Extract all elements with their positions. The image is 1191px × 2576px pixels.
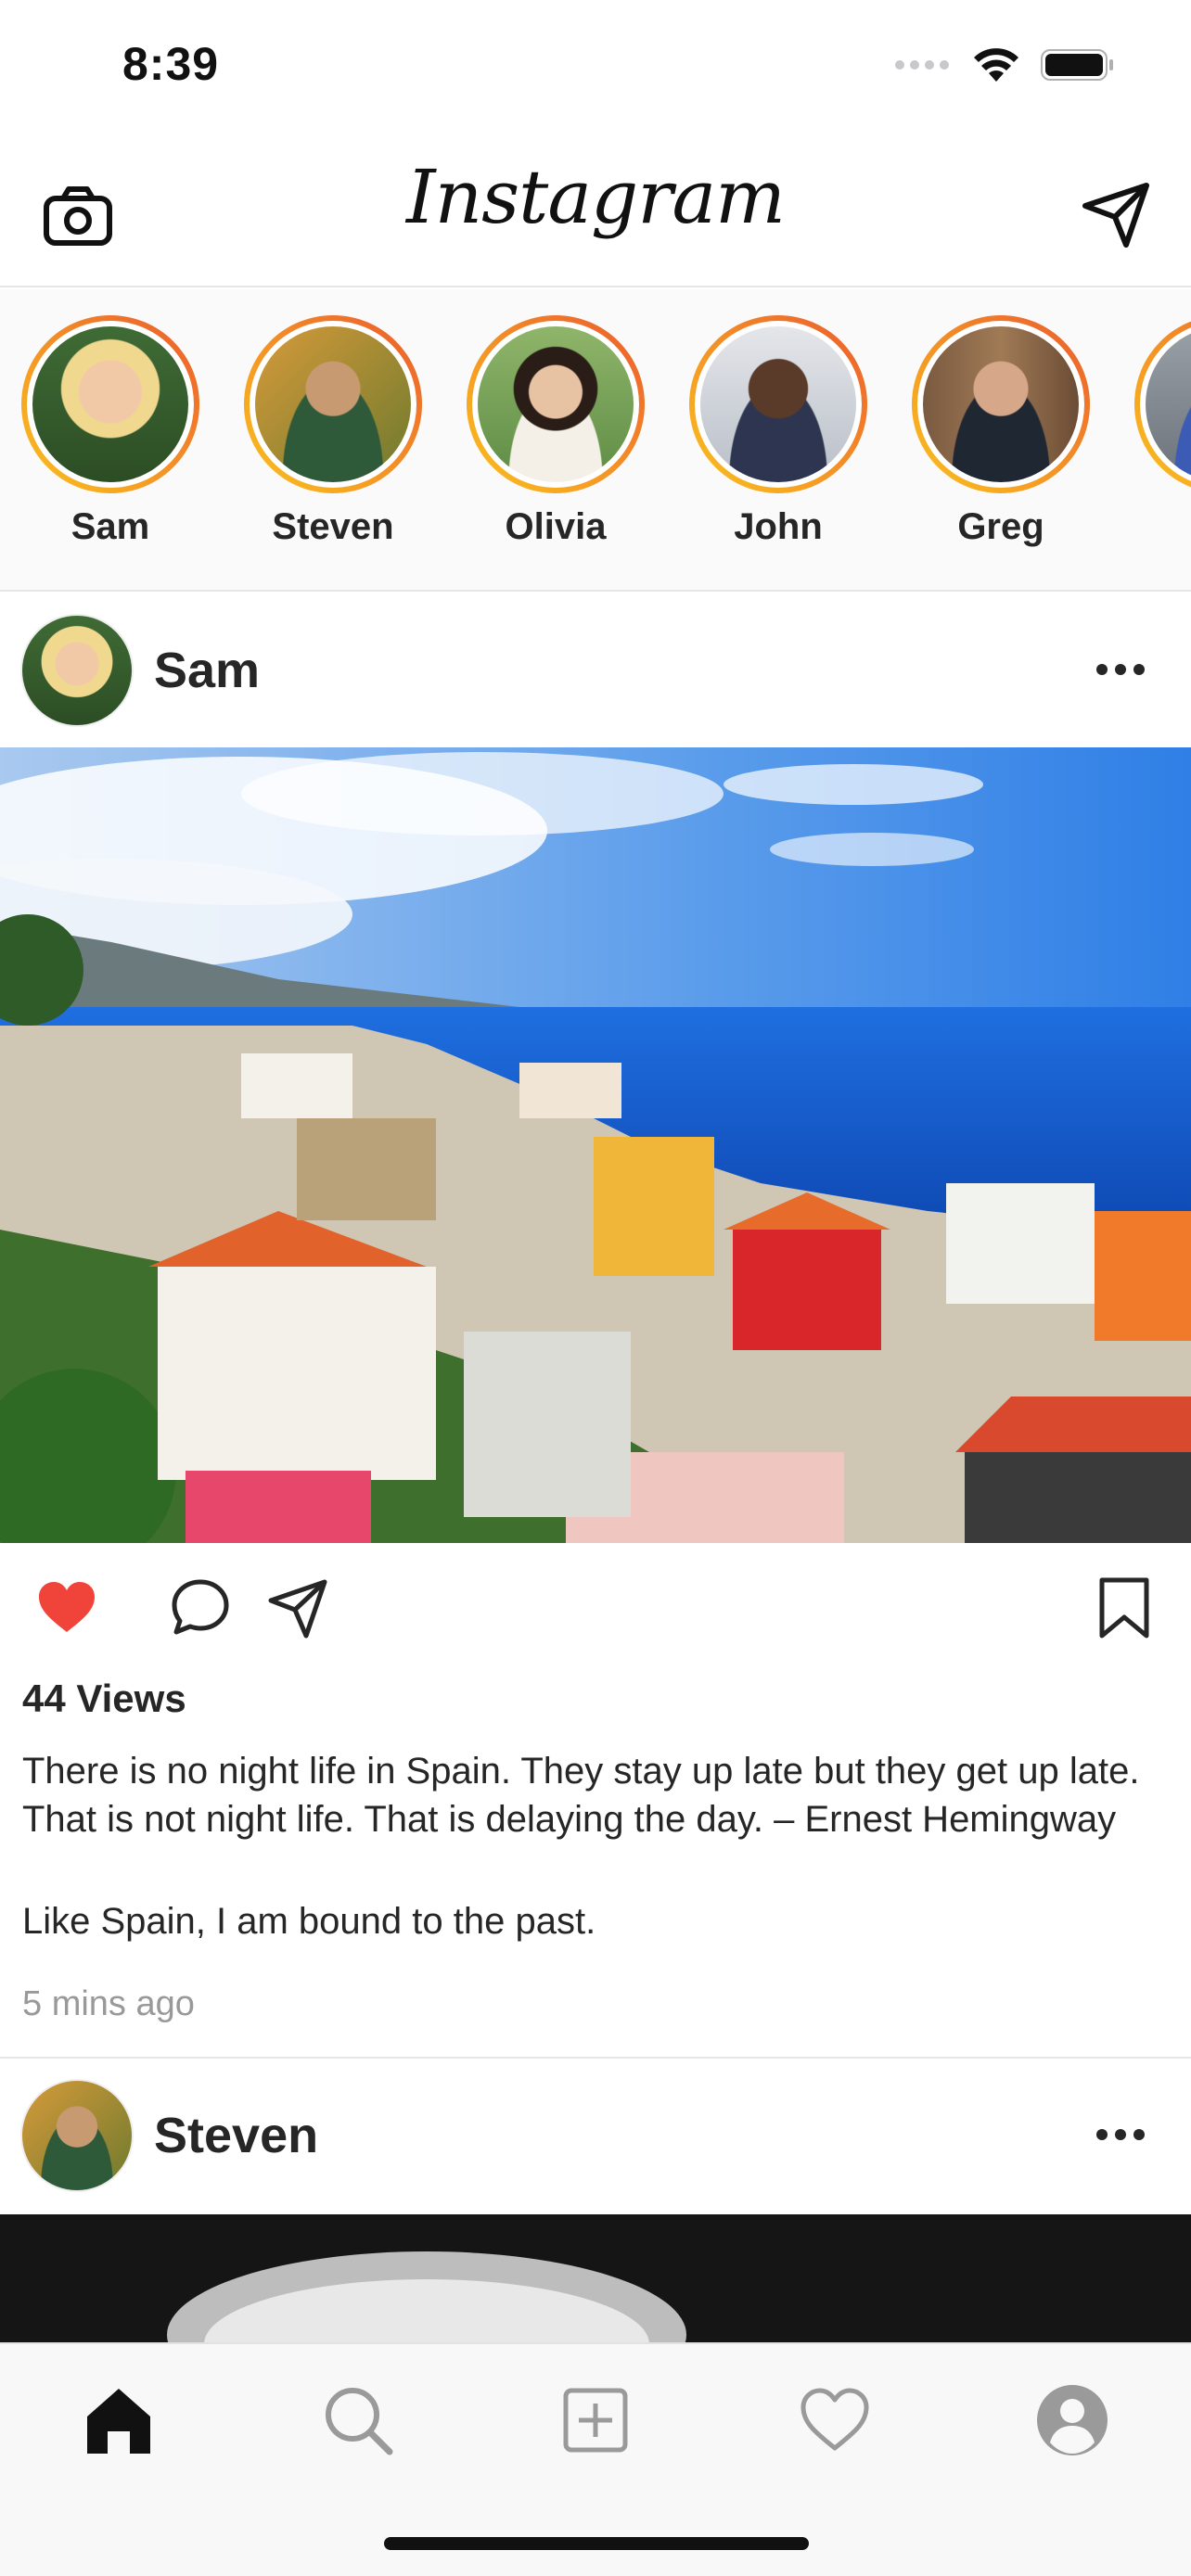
bookmark-icon[interactable]: [1091, 1575, 1158, 1641]
app-logo: Instagram: [405, 154, 786, 240]
views-count: 44 Views: [22, 1677, 186, 1720]
story-steven[interactable]: Steven: [242, 315, 424, 548]
add-post-icon[interactable]: [557, 2381, 634, 2459]
post-time-ago: 5 mins ago: [22, 1984, 195, 2023]
search-icon[interactable]: [319, 2381, 397, 2459]
author-avatar[interactable]: [20, 614, 134, 727]
direct-message-icon[interactable]: [1080, 178, 1154, 252]
avatar: [478, 326, 634, 482]
status-bar: 8:39: [0, 0, 1191, 139]
post-photo[interactable]: [0, 747, 1191, 1543]
author-avatar[interactable]: [20, 2079, 134, 2192]
story-sam[interactable]: Sam: [19, 315, 201, 548]
home-indicator: [384, 2537, 809, 2550]
coastal-town-photo: [0, 747, 1191, 1543]
share-icon[interactable]: [265, 1575, 332, 1641]
story-greg[interactable]: Greg: [910, 315, 1092, 548]
story-john[interactable]: John: [687, 315, 869, 548]
wifi-icon: [974, 48, 1018, 82]
post-actions: [0, 1558, 1191, 1660]
stories-tray: Sam Steven Olivia John Greg Ja: [0, 289, 1191, 592]
avatar: [700, 326, 856, 482]
portrait-photo: [0, 2214, 1191, 2344]
story-name: Sam: [70, 506, 150, 547]
more-options-icon[interactable]: [1095, 651, 1146, 688]
story-name: Steven: [272, 506, 394, 547]
app-header: Instagram: [0, 139, 1191, 287]
story-olivia[interactable]: Olivia: [465, 315, 647, 548]
avatar: [923, 326, 1079, 482]
avatar: [1146, 326, 1191, 482]
status-time: 8:39: [122, 38, 220, 90]
more-options-icon[interactable]: [1095, 2116, 1146, 2153]
post-photo[interactable]: [0, 2214, 1191, 2344]
post-caption-extra: Like Spain, I am bound to the past.: [22, 1901, 596, 1942]
post-caption: There is no night life in Spain. They st…: [22, 1751, 1140, 1840]
status-icons: [894, 46, 1115, 83]
like-heart-icon[interactable]: [33, 1575, 100, 1641]
story-name: Olivia: [505, 506, 607, 547]
battery-icon: [1041, 49, 1113, 81]
avatar: [32, 326, 188, 482]
post-header: Sam: [0, 593, 1191, 747]
story-ja[interactable]: Ja: [1133, 315, 1191, 548]
home-icon[interactable]: [80, 2381, 158, 2459]
cellular-signal-icon: [895, 60, 949, 70]
post-header: Steven: [0, 2059, 1191, 2213]
comment-icon[interactable]: [167, 1575, 234, 1641]
story-name: John: [734, 506, 823, 547]
author-name[interactable]: Sam: [154, 642, 260, 699]
avatar: [255, 326, 411, 482]
story-name: Ja: [1133, 506, 1191, 548]
profile-icon[interactable]: [1033, 2381, 1111, 2459]
author-name[interactable]: Steven: [154, 2107, 318, 2164]
story-name: Greg: [957, 506, 1044, 547]
heart-icon[interactable]: [796, 2381, 874, 2459]
